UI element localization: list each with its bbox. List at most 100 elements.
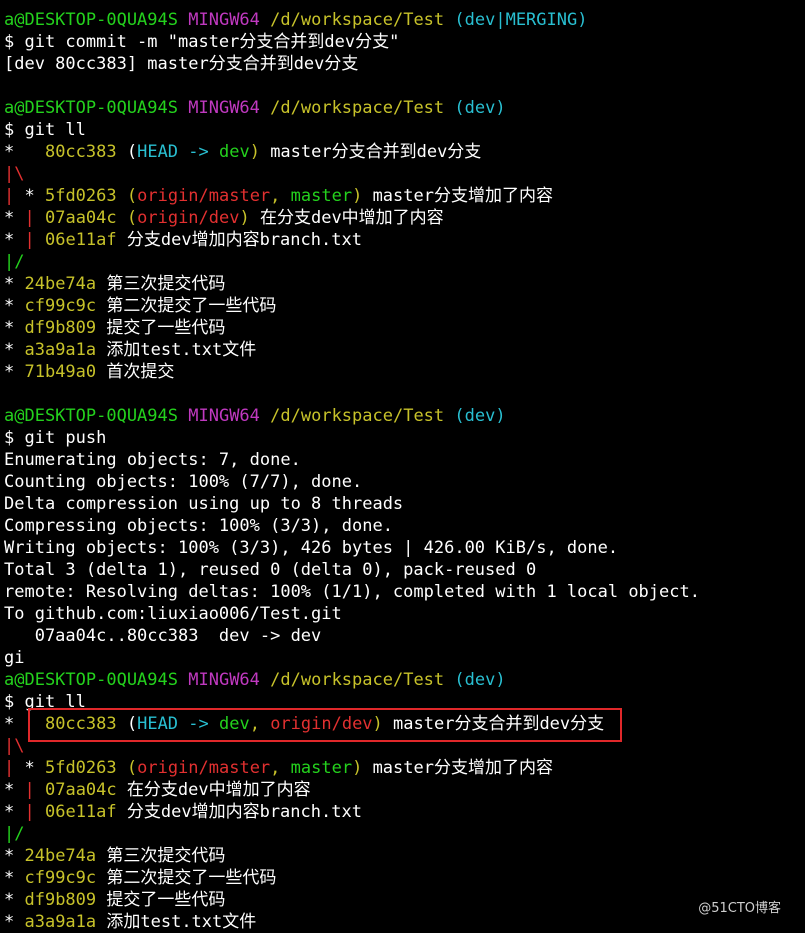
terminal-text-segment: master分支增加了内容: [362, 186, 553, 206]
terminal-text-segment: a3a9a1a: [24, 340, 97, 360]
terminal-text-segment: |: [24, 230, 35, 250]
terminal-text-segment: df9b809: [24, 318, 97, 338]
terminal-text-segment: Counting objects: 100% (7/7), done.: [4, 472, 363, 492]
terminal-line: a@DESKTOP-0QUA94S MINGW64 /d/workspace/T…: [4, 97, 804, 119]
terminal-line: Delta compression using up to 8 threads: [4, 493, 804, 515]
terminal-text-segment: cf99c9c: [24, 296, 97, 316]
terminal-line: * df9b809 提交了一些代码: [4, 889, 804, 911]
terminal-text-segment: Delta compression using up to 8 threads: [4, 494, 404, 514]
terminal-line: $ git ll: [4, 691, 804, 713]
watermark: @51CTO博客: [698, 901, 781, 916]
terminal-text-segment: master: [290, 758, 353, 778]
terminal-text-segment: dev: [218, 142, 250, 162]
terminal-text-segment: 07aa04c: [44, 780, 117, 800]
terminal-line: a@DESKTOP-0QUA94S MINGW64 /d/workspace/T…: [4, 9, 804, 31]
terminal-line: * 24be74a 第三次提交代码: [4, 845, 804, 867]
terminal-text-segment: |\: [4, 736, 25, 756]
terminal-text-segment: 07aa04c..80cc383 dev -> dev: [4, 626, 322, 646]
terminal-text-segment: 分支dev增加内容branch.txt: [116, 230, 362, 250]
terminal-text-segment: ,: [249, 714, 271, 734]
terminal-text-segment: gi: [4, 648, 25, 668]
terminal-line: * | 07aa04c (origin/dev) 在分支dev中增加了内容: [4, 207, 804, 229]
terminal-line: * cf99c9c 第二次提交了一些代码: [4, 867, 804, 889]
terminal-text-segment: /d/workspace/Test: [270, 406, 445, 426]
terminal-text-segment: [dev 80cc383] master分支合并到dev分支: [4, 54, 359, 74]
terminal-line: Compressing objects: 100% (3/3), done.: [4, 515, 804, 537]
terminal-line: [dev 80cc383] master分支合并到dev分支: [4, 53, 804, 75]
terminal-line: a@DESKTOP-0QUA94S MINGW64 /d/workspace/T…: [4, 405, 804, 427]
terminal-line: a@DESKTOP-0QUA94S MINGW64 /d/workspace/T…: [4, 669, 804, 691]
terminal-text-segment: MINGW64: [188, 406, 260, 426]
terminal-text-segment: (dev): [454, 406, 506, 426]
terminal-text-segment: 06e11af: [44, 230, 117, 250]
terminal-text-segment: HEAD ->: [137, 714, 219, 734]
terminal-text-segment: |: [24, 208, 35, 228]
terminal-text-segment: master分支合并到dev分支: [382, 714, 605, 734]
terminal-text-segment: a@DESKTOP-0QUA94S: [4, 670, 178, 690]
terminal-line: |/: [4, 251, 804, 273]
terminal-text-segment: 07aa04c: [44, 208, 117, 228]
terminal-line: * 71b49a0 首次提交: [4, 361, 804, 383]
terminal-line: * | 06e11af 分支dev增加内容branch.txt: [4, 229, 804, 251]
terminal-text-segment: 在分支dev中增加了内容: [249, 208, 444, 228]
terminal-text-segment: *: [4, 340, 25, 360]
terminal-text-segment: (: [116, 208, 138, 228]
terminal-text-segment: 第三次提交代码: [96, 846, 226, 866]
terminal-text-segment: *: [4, 230, 25, 250]
terminal-text-segment: *: [4, 890, 25, 910]
terminal-text-segment: |\: [4, 164, 25, 184]
terminal-text-segment: (dev): [454, 670, 506, 690]
terminal-output[interactable]: a@DESKTOP-0QUA94S MINGW64 /d/workspace/T…: [4, 9, 804, 933]
terminal-text-segment: origin/master: [137, 186, 271, 206]
terminal-text-segment: 第三次提交代码: [96, 274, 226, 294]
terminal-text-segment: |/: [4, 252, 25, 272]
terminal-text-segment: Writing objects: 100% (3/3), 426 bytes |…: [4, 538, 619, 558]
terminal-line: | * 5fd0263 (origin/master, master) mast…: [4, 757, 804, 779]
terminal-text-segment: *: [4, 780, 25, 800]
terminal-text-segment: origin/master: [137, 758, 271, 778]
terminal-text-segment: $ git ll: [4, 120, 86, 140]
terminal-text-segment: master分支合并到dev分支: [259, 142, 482, 162]
terminal-text-segment: (: [116, 186, 138, 206]
terminal-line: | * 5fd0263 (origin/master, master) mast…: [4, 185, 804, 207]
terminal-text-segment: 添加test.txt文件: [96, 912, 257, 932]
terminal-text-segment: MINGW64: [188, 670, 260, 690]
terminal-text-segment: 5fd0263: [44, 186, 117, 206]
terminal-text-segment: master: [290, 186, 353, 206]
terminal-text-segment: 24be74a: [24, 846, 97, 866]
terminal-text-segment: remote: Resolving deltas: 100% (1/1), co…: [4, 582, 700, 602]
terminal-text-segment: *: [14, 186, 45, 206]
terminal-line: * df9b809 提交了一些代码: [4, 317, 804, 339]
terminal-line: * a3a9a1a 添加test.txt文件: [4, 339, 804, 361]
terminal-text-segment: 提交了一些代码: [96, 890, 226, 910]
terminal-text-segment: 添加test.txt文件: [96, 340, 257, 360]
terminal-line: $ git ll: [4, 119, 804, 141]
terminal-line: 07aa04c..80cc383 dev -> dev: [4, 625, 804, 647]
terminal-text-segment: ,: [270, 758, 291, 778]
terminal-text-segment: ): [239, 208, 250, 228]
terminal-text-segment: (dev): [454, 98, 506, 118]
terminal-line: Enumerating objects: 7, done.: [4, 449, 804, 471]
terminal-text-segment: (dev|MERGING): [454, 10, 588, 30]
terminal-line: Counting objects: 100% (7/7), done.: [4, 471, 804, 493]
terminal-text-segment: df9b809: [24, 890, 97, 910]
terminal-text-segment: 首次提交: [96, 362, 175, 382]
terminal-line: * 80cc383 (HEAD -> dev) master分支合并到dev分支: [4, 141, 804, 163]
terminal-text-segment: 24be74a: [24, 274, 97, 294]
terminal-text-segment: ): [352, 758, 363, 778]
terminal-text-segment: *: [4, 274, 25, 294]
terminal-text-segment: Enumerating objects: 7, done.: [4, 450, 301, 470]
terminal-text-segment: 80cc383: [44, 142, 117, 162]
terminal-text-segment: 80cc383: [44, 714, 117, 734]
terminal-text-segment: 71b49a0: [24, 362, 97, 382]
terminal-text-segment: 在分支dev中增加了内容: [116, 780, 311, 800]
